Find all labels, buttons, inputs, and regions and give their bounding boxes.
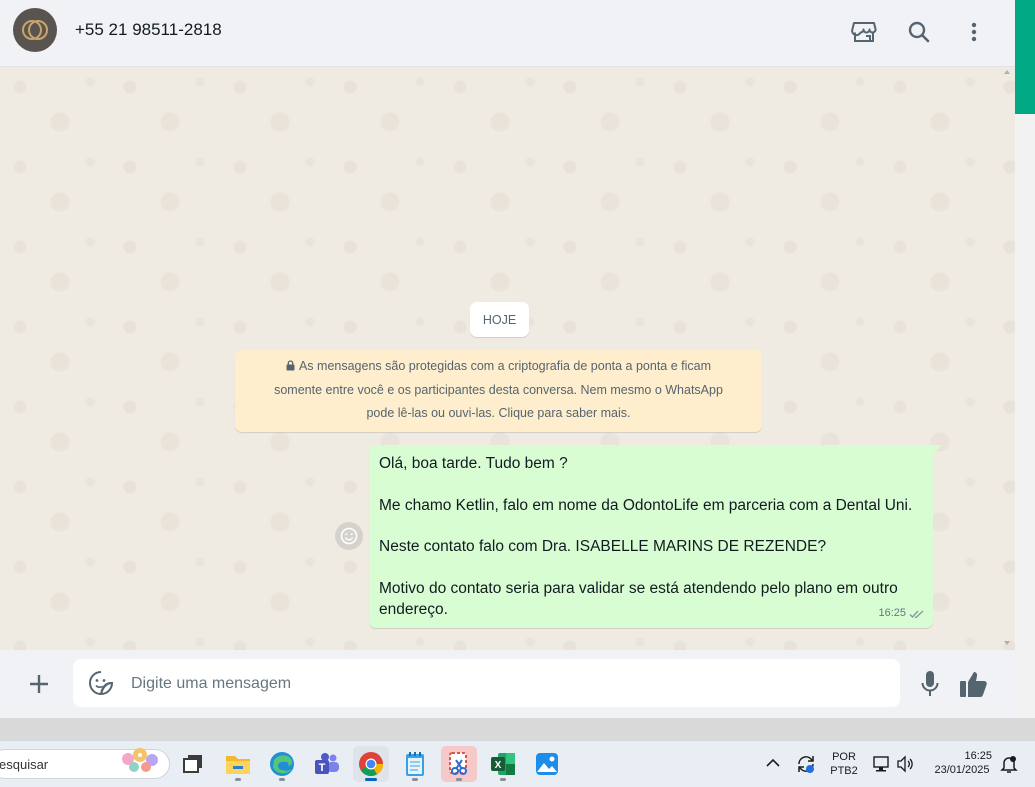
- language-indicator[interactable]: POR PTB2: [828, 750, 860, 778]
- avatar-logo-icon: [22, 20, 48, 40]
- lock-icon: [286, 356, 295, 379]
- network-icon[interactable]: [872, 754, 892, 774]
- volume-icon[interactable]: [896, 755, 914, 773]
- taskbar-search-text: esquisar: [0, 757, 49, 772]
- thumbs-up-icon: [960, 672, 987, 697]
- encryption-notice-line3: pode lê-las ou ouvi-las. Clique para sab…: [366, 406, 631, 420]
- voice-message-button[interactable]: [918, 669, 942, 699]
- clock-time: 16:25: [964, 750, 992, 762]
- running-indicator: [235, 778, 241, 781]
- window-bottom-edge: [0, 718, 1035, 740]
- chat-scroll-up-arrow[interactable]: [1004, 70, 1010, 74]
- sticker-icon: [89, 671, 114, 695]
- bubble-tail: [933, 445, 941, 455]
- chat-scroll-down-arrow[interactable]: [1004, 641, 1010, 645]
- photos-icon[interactable]: [529, 746, 565, 782]
- excel-icon[interactable]: X: [485, 746, 521, 782]
- contact-avatar[interactable]: [13, 8, 57, 52]
- tray-overflow-chevron-icon[interactable]: [766, 758, 780, 768]
- thumbs-up-button[interactable]: [958, 668, 990, 700]
- snipping-tool-icon[interactable]: [441, 746, 477, 782]
- message-input[interactable]: [129, 659, 893, 709]
- microphone-icon: [921, 671, 939, 696]
- clock-date: 23/01/2025: [934, 764, 990, 776]
- running-indicator: [456, 778, 462, 781]
- search-icon[interactable]: [905, 18, 933, 46]
- search-highlight-flowers-icon[interactable]: [118, 745, 164, 781]
- catalog-store-icon[interactable]: [850, 18, 878, 46]
- message-time: 16:25: [878, 607, 906, 619]
- chat-header: +55 21 98511-2818: [0, 0, 1015, 67]
- chrome-browser-icon[interactable]: [353, 746, 389, 782]
- contact-name[interactable]: +55 21 98511-2818: [75, 20, 222, 40]
- message-line: Me chamo Ketlin, falo em nome da OdontoL…: [379, 496, 913, 514]
- encryption-notice-line2: somente entre você e os participantes de…: [274, 383, 723, 397]
- windows-taskbar: esquisar T X POR PTB2 16:25 23/01/2025: [0, 740, 1035, 787]
- date-separator: HOJE: [470, 302, 529, 337]
- message-line: Neste contato falo com Dra. ISABELLE MAR…: [379, 538, 827, 555]
- message-line: Motivo do contato seria para validar se …: [379, 579, 898, 618]
- edge-browser-icon[interactable]: [264, 746, 300, 782]
- task-view-icon[interactable]: [175, 746, 211, 782]
- notification-bell-icon[interactable]: [1000, 754, 1018, 774]
- file-explorer-icon[interactable]: [220, 746, 256, 782]
- outgoing-message-bubble[interactable]: Olá, boa tarde. Tudo bem ? Me chamo Ketl…: [369, 445, 933, 628]
- sticker-emoji-button[interactable]: [88, 670, 114, 696]
- window-scrollbar[interactable]: [1015, 0, 1035, 718]
- encryption-notice[interactable]: As mensagens são protegidas com a cripto…: [235, 350, 762, 432]
- scrollbar-thumb[interactable]: [1015, 0, 1035, 114]
- active-indicator: [365, 778, 377, 781]
- menu-kebab-icon[interactable]: [960, 18, 988, 46]
- running-indicator: [500, 778, 506, 781]
- smiley-icon: [340, 527, 358, 545]
- sync-icon[interactable]: [795, 753, 817, 775]
- svg-text:T: T: [319, 762, 326, 774]
- notepad-icon[interactable]: [397, 746, 433, 782]
- plus-icon: [30, 675, 48, 693]
- running-indicator: [279, 778, 285, 781]
- message-input-wrapper: [73, 659, 900, 709]
- attach-button[interactable]: [25, 670, 53, 698]
- running-indicator: [412, 778, 418, 781]
- message-line: Olá, boa tarde. Tudo bem ?: [379, 455, 568, 472]
- system-clock[interactable]: 16:25 23/01/2025: [926, 749, 998, 777]
- language-line1: POR: [832, 751, 856, 763]
- encryption-notice-line1: As mensagens são protegidas com a cripto…: [298, 359, 712, 373]
- message-composer: [0, 650, 1015, 718]
- language-line2: PTB2: [830, 765, 858, 777]
- teams-icon[interactable]: T: [309, 746, 345, 782]
- emoji-reaction-button[interactable]: [335, 522, 363, 550]
- svg-text:X: X: [495, 760, 502, 771]
- message-meta: 16:25: [878, 603, 925, 624]
- double-check-icon: [909, 610, 924, 618]
